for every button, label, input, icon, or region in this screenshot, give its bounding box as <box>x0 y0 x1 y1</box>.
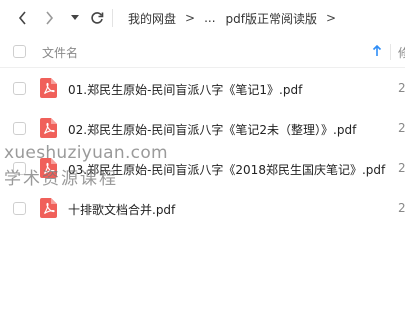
file-modified: 2 <box>398 201 405 215</box>
pdf-file-icon <box>40 78 57 98</box>
select-all-checkbox[interactable] <box>13 45 26 58</box>
forward-button[interactable] <box>40 8 58 28</box>
table-row[interactable]: 03.郑民生原始-民间盲派八字《2018郑民生国庆笔记》.pdf 2 <box>0 148 405 188</box>
table-header: 文件名 修 <box>0 36 405 68</box>
file-name[interactable]: 十排歌文档合并.pdf <box>68 201 175 218</box>
breadcrumb-separator: > <box>326 11 337 25</box>
file-modified: 2 <box>398 161 405 175</box>
back-button[interactable] <box>14 8 32 28</box>
row-checkbox[interactable] <box>13 122 26 135</box>
breadcrumb-item-ellipsis[interactable]: ... <box>204 11 215 25</box>
caret-down-icon <box>71 15 79 20</box>
toolbar: 我的网盘 > ... pdf版正常阅读版 > <box>0 0 405 36</box>
row-checkbox[interactable] <box>13 82 26 95</box>
row-checkbox[interactable] <box>13 202 26 215</box>
file-name[interactable]: 02.郑民生原始-民间盲派八字《笔记2未（整理）》.pdf <box>68 121 356 138</box>
column-header-modified[interactable]: 修 <box>398 44 405 61</box>
column-divider <box>390 44 391 60</box>
file-modified: 2 <box>398 81 405 95</box>
pdf-file-icon <box>40 158 57 178</box>
history-dropdown-button[interactable] <box>68 8 82 28</box>
chevron-left-icon <box>18 11 26 25</box>
breadcrumb-item-current[interactable]: pdf版正常阅读版 <box>226 10 317 27</box>
table-row[interactable]: 01.郑民生原始-民间盲派八字《笔记1》.pdf 2 <box>0 68 405 108</box>
refresh-icon <box>91 12 104 24</box>
column-header-name[interactable]: 文件名 <box>42 44 78 61</box>
breadcrumb: 我的网盘 > ... pdf版正常阅读版 > <box>128 0 345 36</box>
table-row[interactable]: 02.郑民生原始-民间盲派八字《笔记2未（整理）》.pdf 2 <box>0 108 405 148</box>
breadcrumb-separator: > <box>185 11 196 25</box>
table-row[interactable]: 十排歌文档合并.pdf 2 <box>0 188 405 228</box>
file-name[interactable]: 03.郑民生原始-民间盲派八字《2018郑民生国庆笔记》.pdf <box>68 161 385 178</box>
row-checkbox[interactable] <box>13 162 26 175</box>
arrow-up-icon[interactable] <box>372 45 382 57</box>
pdf-file-icon <box>40 118 57 138</box>
breadcrumb-item-root[interactable]: 我的网盘 <box>128 10 176 27</box>
file-modified: 2 <box>398 121 405 135</box>
file-name[interactable]: 01.郑民生原始-民间盲派八字《笔记1》.pdf <box>68 81 302 98</box>
refresh-button[interactable] <box>88 8 106 28</box>
toolbar-divider <box>112 9 113 27</box>
pdf-file-icon <box>40 198 57 218</box>
chevron-right-icon <box>46 11 54 25</box>
